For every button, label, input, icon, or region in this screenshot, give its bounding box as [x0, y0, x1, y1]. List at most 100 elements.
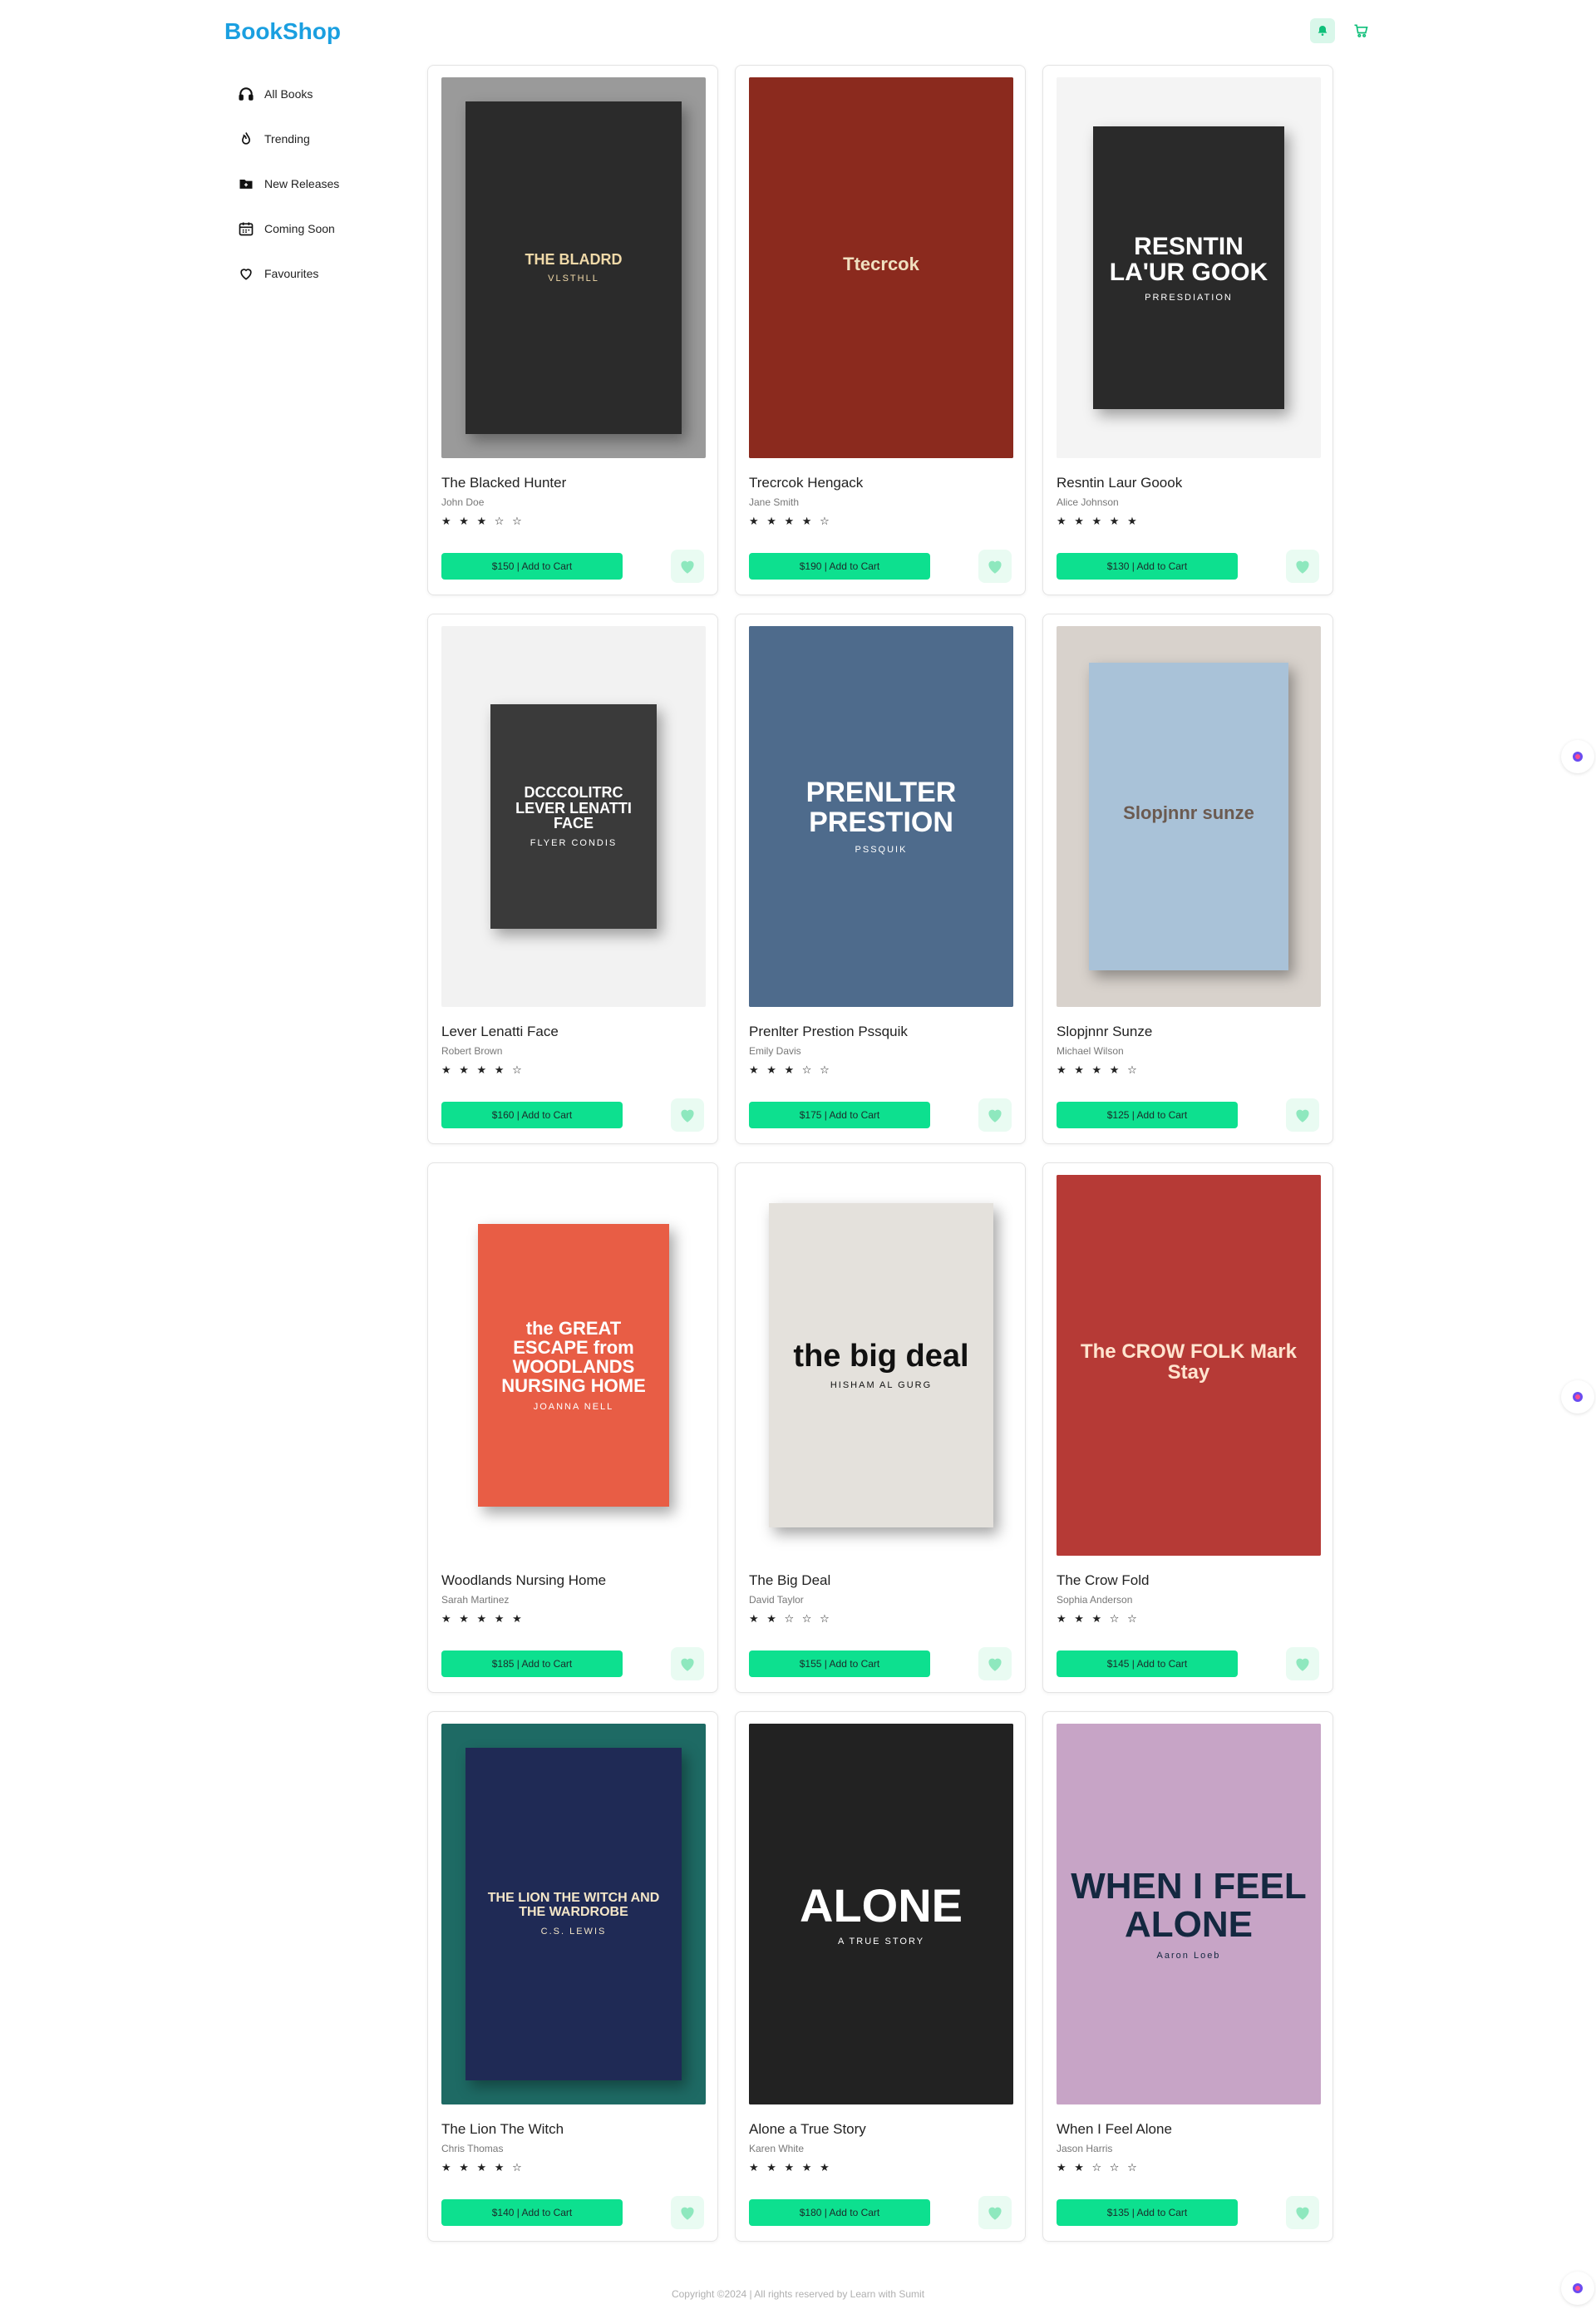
book-title[interactable]: Resntin Laur Goook: [1057, 475, 1319, 491]
book-card[interactable]: The CROW FOLK Mark Stay The Crow Fold So…: [1042, 1162, 1333, 1693]
book-cover-subtitle: HISHAM AL GURG: [830, 1379, 933, 1390]
bell-icon: [1318, 26, 1328, 36]
book-cover[interactable]: Slopjnnr sunze: [1057, 626, 1321, 1007]
book-cover[interactable]: WHEN I FEEL ALONE Aaron Loeb: [1057, 1724, 1321, 2104]
book-card[interactable]: DCCCOLITRC LEVER LENATTI FACE FLYER COND…: [427, 614, 718, 1144]
add-to-cart-button[interactable]: $180 | Add to Cart: [749, 2199, 930, 2226]
favourite-button[interactable]: [978, 1647, 1012, 1680]
notification-button[interactable]: [1310, 18, 1335, 43]
book-title[interactable]: When I Feel Alone: [1057, 2121, 1319, 2138]
book-title[interactable]: The Big Deal: [749, 1572, 1012, 1589]
add-to-cart-button[interactable]: $130 | Add to Cart: [1057, 553, 1238, 580]
book-cover[interactable]: ALONE A TRUE STORY: [749, 1724, 1013, 2104]
floating-assistant-button[interactable]: [1561, 1380, 1594, 1414]
book-title[interactable]: Woodlands Nursing Home: [441, 1572, 704, 1589]
heart-icon: [681, 2207, 694, 2220]
favourite-button[interactable]: [978, 550, 1012, 583]
sidebar-item-new-releases[interactable]: New Releases: [238, 161, 404, 206]
book-cover[interactable]: the big deal HISHAM AL GURG: [749, 1175, 1013, 1556]
footer-copyright: Copyright ©2024 | All rights reserved by…: [671, 2288, 925, 2300]
book-author: Chris Thomas: [441, 2143, 504, 2154]
book-card[interactable]: the big deal HISHAM AL GURG The Big Deal…: [735, 1162, 1026, 1693]
book-cover-title: THE BLADRD: [525, 250, 623, 268]
book-author: Sarah Martinez: [441, 1594, 510, 1606]
add-to-cart-button[interactable]: $155 | Add to Cart: [749, 1650, 930, 1677]
favourite-button[interactable]: [671, 1098, 704, 1132]
book-cover[interactable]: the GREAT ESCAPE from WOODLANDS NURSING …: [441, 1175, 706, 1556]
sidebar-item-trending[interactable]: Trending: [238, 116, 404, 161]
book-cover-title: RESNTIN LA'UR GOOK: [1109, 232, 1268, 286]
logo[interactable]: BookShop: [224, 18, 341, 45]
favourite-button[interactable]: [671, 2196, 704, 2229]
book-card[interactable]: THE LION THE WITCH AND THE WARDROBE C.S.…: [427, 1711, 718, 2242]
book-title[interactable]: Slopjnnr Sunze: [1057, 1024, 1319, 1040]
sparkle-icon: [1573, 1392, 1583, 1402]
heart-icon: [681, 1109, 694, 1123]
sidebar-item-label: New Releases: [264, 177, 340, 190]
book-cover-art: Ttecrcok: [749, 77, 1013, 458]
book-title[interactable]: Prenlter Prestion Pssquik: [749, 1024, 1012, 1040]
book-cover[interactable]: THE BLADRD VLSTHLL: [441, 77, 706, 458]
book-cover-subtitle: PSSQUIK: [855, 844, 908, 855]
favourite-button[interactable]: [978, 1098, 1012, 1132]
book-title[interactable]: The Lion The Witch: [441, 2121, 704, 2138]
book-card[interactable]: ALONE A TRUE STORY Alone a True Story Ka…: [735, 1711, 1026, 2242]
book-title[interactable]: Lever Lenatti Face: [441, 1024, 704, 1040]
book-cover[interactable]: Ttecrcok: [749, 77, 1013, 458]
rating-stars: ★ ★ ★ ★ ☆: [1057, 1063, 1140, 1076]
cart-icon: [1354, 24, 1368, 37]
sidebar-item-label: Coming Soon: [264, 222, 335, 235]
book-card[interactable]: Ttecrcok Trecrcok Hengack Jane Smith ★ ★…: [735, 65, 1026, 595]
sidebar-item-label: Favourites: [264, 267, 319, 280]
book-card[interactable]: the GREAT ESCAPE from WOODLANDS NURSING …: [427, 1162, 718, 1693]
book-cover[interactable]: THE LION THE WITCH AND THE WARDROBE C.S.…: [441, 1724, 706, 2104]
book-title[interactable]: The Crow Fold: [1057, 1572, 1319, 1589]
sidebar-item-favourites[interactable]: Favourites: [238, 251, 404, 296]
add-to-cart-button[interactable]: $140 | Add to Cart: [441, 2199, 623, 2226]
book-cover-art: The CROW FOLK Mark Stay: [1057, 1175, 1321, 1556]
add-to-cart-button[interactable]: $160 | Add to Cart: [441, 1102, 623, 1128]
rating-stars: ★ ★ ★ ★ ★: [441, 1612, 525, 1625]
book-card[interactable]: Slopjnnr sunze Slopjnnr Sunze Michael Wi…: [1042, 614, 1333, 1144]
favourite-button[interactable]: [1286, 550, 1319, 583]
book-cover-title: THE LION THE WITCH AND THE WARDROBE: [487, 1891, 660, 1919]
book-cover[interactable]: RESNTIN LA'UR GOOK PRRESDIATION: [1057, 77, 1321, 458]
sidebar-item-coming-soon[interactable]: Coming Soon: [238, 206, 404, 251]
book-cover-title: The CROW FOLK Mark Stay: [1080, 1340, 1297, 1384]
add-to-cart-button[interactable]: $145 | Add to Cart: [1057, 1650, 1238, 1677]
add-to-cart-button[interactable]: $175 | Add to Cart: [749, 1102, 930, 1128]
book-title[interactable]: Trecrcok Hengack: [749, 475, 1012, 491]
favourite-button[interactable]: [978, 2196, 1012, 2229]
book-cover-subtitle: VLSTHLL: [548, 274, 599, 284]
calendar-icon: [239, 222, 254, 236]
book-cover-subtitle: JOANNA NELL: [533, 1402, 614, 1413]
favourite-button[interactable]: [1286, 2196, 1319, 2229]
book-card[interactable]: PRENLTER PRESTION PSSQUIK Prenlter Prest…: [735, 614, 1026, 1144]
add-to-cart-button[interactable]: $150 | Add to Cart: [441, 553, 623, 580]
floating-assistant-button[interactable]: [1561, 2272, 1594, 2305]
add-to-cart-button[interactable]: $185 | Add to Cart: [441, 1650, 623, 1677]
floating-assistant-button[interactable]: [1561, 740, 1594, 773]
heart-icon: [1296, 1109, 1309, 1123]
book-cover[interactable]: PRENLTER PRESTION PSSQUIK: [749, 626, 1013, 1007]
book-card[interactable]: WHEN I FEEL ALONE Aaron Loeb When I Feel…: [1042, 1711, 1333, 2242]
book-cover[interactable]: DCCCOLITRC LEVER LENATTI FACE FLYER COND…: [441, 626, 706, 1007]
cart-button[interactable]: [1348, 18, 1373, 43]
sidebar-item-all-books[interactable]: All Books: [238, 72, 404, 116]
add-to-cart-button[interactable]: $190 | Add to Cart: [749, 553, 930, 580]
favourite-button[interactable]: [671, 1647, 704, 1680]
heart-icon: [988, 1658, 1002, 1671]
add-to-cart-button[interactable]: $125 | Add to Cart: [1057, 1102, 1238, 1128]
add-to-cart-button[interactable]: $135 | Add to Cart: [1057, 2199, 1238, 2226]
rating-stars: ★ ★ ★ ★ ☆: [441, 2161, 525, 2174]
favourite-button[interactable]: [1286, 1098, 1319, 1132]
book-title[interactable]: The Blacked Hunter: [441, 475, 704, 491]
book-cover-art: RESNTIN LA'UR GOOK PRRESDIATION: [1093, 126, 1284, 409]
book-card[interactable]: RESNTIN LA'UR GOOK PRRESDIATION Resntin …: [1042, 65, 1333, 595]
book-card[interactable]: THE BLADRD VLSTHLL The Blacked Hunter Jo…: [427, 65, 718, 595]
book-title[interactable]: Alone a True Story: [749, 2121, 1012, 2138]
favourite-button[interactable]: [671, 550, 704, 583]
book-cover[interactable]: The CROW FOLK Mark Stay: [1057, 1175, 1321, 1556]
header-actions: [1310, 18, 1373, 43]
favourite-button[interactable]: [1286, 1647, 1319, 1680]
